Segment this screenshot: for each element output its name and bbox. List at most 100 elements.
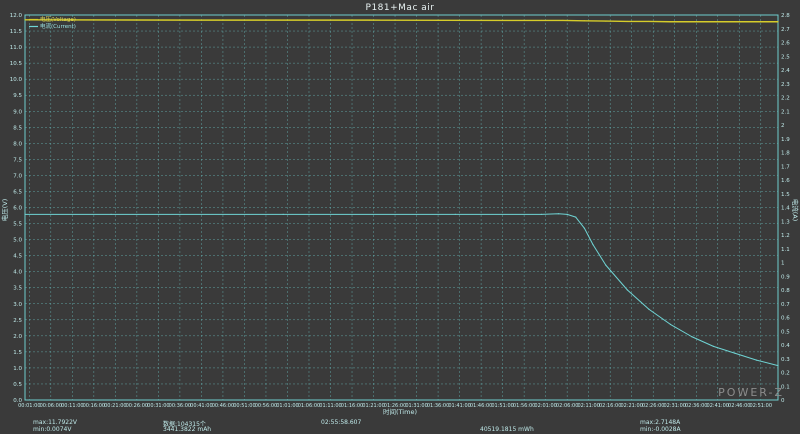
series-point-current [557,213,560,215]
x-tick-label: 01:16:00 [341,403,363,409]
y2-tick-label: 2.7 [781,27,790,33]
x-tick-label: 01:46:00 [470,403,492,409]
y-tick-label: 3.0 [13,302,22,308]
series-point-current [566,213,568,215]
chart: 0.00.51.01.52.02.53.03.54.04.55.05.56.06… [0,13,800,416]
series-point-current [583,227,585,229]
y-tick-label: 8.5 [13,125,22,131]
series-point-current [712,345,715,347]
series-point-current [540,213,542,215]
y-tick-label: 2.0 [13,334,22,340]
series-point-voltage [196,19,198,21]
y-tick-label: 6.5 [13,189,22,195]
current-max-stat: max:2.7148A [640,419,681,426]
current-min-stat: min:-0.0028A [640,426,681,433]
y-tick-label: 10.0 [10,77,23,83]
legend-label: 电流(Current) [40,22,76,30]
x-tick-label: 02:26:00 [642,403,664,409]
y2-tick-label: 1.9 [781,137,790,143]
y2-tick-label: 2.3 [781,82,790,88]
x-tick-label: 00:56:00 [255,403,277,409]
series-point-voltage [691,21,693,23]
voltage-min-stat: min:0.0074V [33,426,72,433]
y-tick-label: 8.0 [13,141,22,147]
x-tick-label: 01:11:00 [319,403,341,409]
series-point-voltage [583,20,585,22]
series-point-voltage [755,21,758,23]
powerz-watermark: POWER-Z [718,386,784,399]
series-point-voltage [562,19,564,22]
x-tick-label: 02:06:00 [556,403,578,409]
y2-tick-label: 0.7 [781,302,790,308]
x-tick-label: 00:06:00 [40,403,62,409]
x-tick-label: 01:21:00 [362,403,384,409]
x-tick-label: 00:46:00 [212,403,234,409]
y2-tick-label: 0.9 [781,274,790,280]
series-point-current [24,213,26,215]
y-tick-label: 7.5 [13,157,22,163]
y2-tick-label: 0.5 [781,329,790,335]
x-tick-label: 00:16:00 [83,403,105,409]
series-point-current [575,216,577,218]
legend-label: 电压(Voltage) [40,15,76,23]
y2-tick-label: 1.1 [781,247,790,253]
y-tick-label: 10.5 [10,61,23,67]
y-tick-label: 9.0 [13,109,22,115]
y2-tick-label: 2 [781,123,785,129]
y2-tick-label: 0.3 [781,357,790,363]
y2-tick-label: 2.6 [781,41,790,47]
series-point-voltage [669,21,672,23]
y-tick-label: 12.0 [10,13,23,19]
voltage-max-stat: max:11.7922V [33,419,78,426]
y2-tick-label: 2.5 [781,54,790,60]
series-point-voltage [777,21,779,23]
y2-tick-label: 1 [781,261,785,267]
series-point-voltage [24,19,26,21]
x-tick-label: 00:01:00 [18,403,40,409]
capacity-stat: 3441.3822 mAh [163,426,212,433]
series-point-current [110,213,112,215]
y2-tick-label: 1.3 [781,219,790,225]
series-point-voltage [626,20,629,23]
x-tick-label: 02:46:00 [728,403,750,409]
y-tick-label: 4.0 [13,270,22,276]
x-tick-label: 02:36:00 [685,403,707,409]
x-tick-label: 00:31:00 [147,403,169,409]
x-tick-label: 01:51:00 [491,403,513,409]
y2-tick-label: 1.7 [781,164,790,170]
y-tick-label: 7.0 [13,173,22,179]
series-point-current [592,244,594,246]
x-tick-label: 00:26:00 [126,403,148,409]
x-tick-label: 00:51:00 [233,403,255,409]
series-point-current [454,213,456,215]
y2-tick-label: 1.5 [781,192,790,198]
series-point-voltage [712,21,715,23]
x-tick-label: 02:41:00 [707,403,729,409]
y2-tick-label: 0.2 [781,371,790,377]
y-tick-label: 5.5 [13,222,22,228]
y-tick-label: 3.5 [13,286,22,292]
y2-tick-label: 1.2 [781,233,790,239]
y-tick-label: 4.5 [13,254,22,260]
series-point-voltage [368,19,370,21]
x-tick-label: 00:41:00 [190,403,212,409]
y-tick-label: 5.0 [13,238,22,244]
duration-stat: 02:55:58.607 [321,419,362,426]
x-tick-label: 02:31:00 [663,403,685,409]
y2-tick-label: 0.8 [781,288,790,294]
y-tick-label: 1.0 [13,366,22,372]
y2-tick-label: 2.8 [781,13,790,19]
x-tick-label: 01:36:00 [427,403,449,409]
series-point-current [755,359,758,361]
y-tick-label: 0.5 [13,382,22,388]
y-tick-label: 6.0 [13,206,22,212]
y2-tick-label: 2.1 [781,109,790,115]
x-tick-label: 00:21:00 [104,403,126,409]
x-tick-label: 02:16:00 [599,403,621,409]
series-point-current [626,289,629,291]
series-point-current [282,213,284,215]
energy-stat: 40519.1815 mWh [480,426,534,433]
series-point-current [691,336,693,338]
y-tick-label: 11.0 [10,45,23,51]
y2-tick-label: 2.4 [781,68,790,74]
